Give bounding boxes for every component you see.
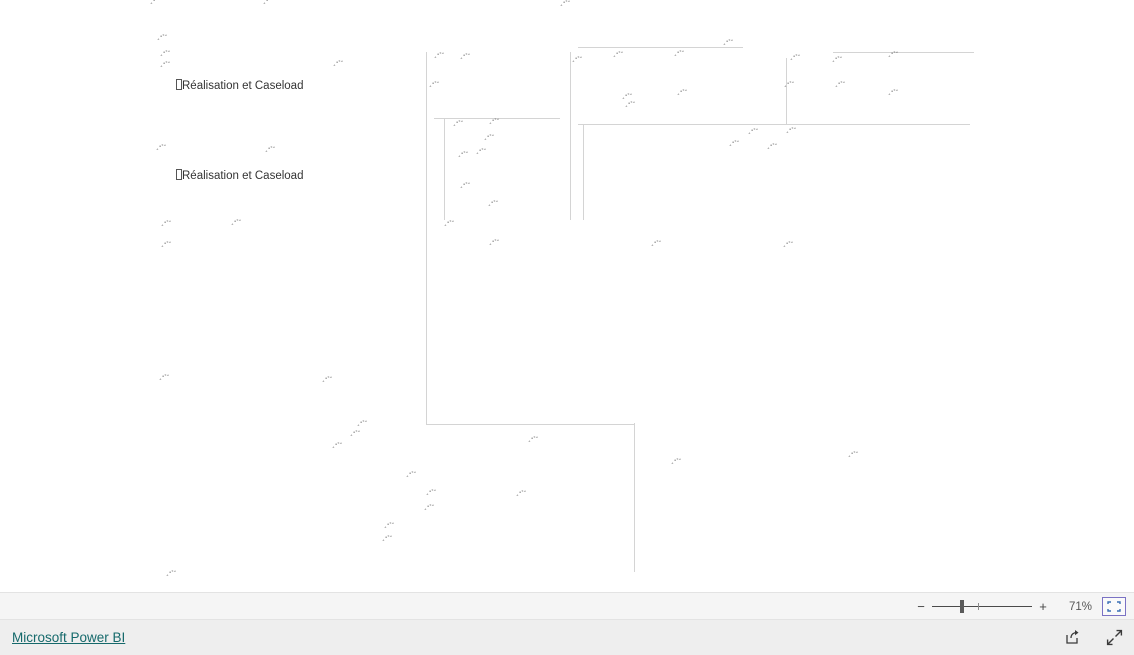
unrendered-text-cluster: ⁺ᵃᵗᵘ bbox=[166, 570, 177, 580]
unrendered-text-cluster: ⁺ᵃᵗᵘ bbox=[161, 241, 172, 251]
unrendered-text-cluster: ⁺ᵃᵗᵘ bbox=[444, 220, 455, 230]
unrendered-text-cluster: ⁺ᵃᵗᵘ bbox=[460, 53, 471, 63]
report-label-realisation-caseload-1: Réalisation et Caseload bbox=[176, 79, 303, 92]
unrendered-text-cluster: ⁺ᵃᵗᵘ bbox=[159, 374, 170, 384]
unrendered-text-cluster: ⁺ᵃᵗᵘ bbox=[429, 81, 440, 91]
unrendered-text-cluster: ⁺ᵃᵗᵘ bbox=[625, 101, 636, 111]
unrendered-text-cluster: ⁺ᵃᵗᵘ bbox=[424, 504, 435, 514]
unrendered-text-cluster: ⁺ᵃᵗᵘ bbox=[384, 522, 395, 532]
unrendered-text-cluster: ⁺ᵃᵗᵘ bbox=[790, 54, 801, 64]
unrendered-text-cluster: ⁺ᵃᵗᵘ bbox=[160, 50, 171, 60]
report-label-realisation-caseload-2: Réalisation et Caseload bbox=[176, 169, 303, 182]
unrendered-text-cluster: ⁺ᵃᵗᵘ bbox=[476, 148, 487, 158]
unrendered-text-cluster: ⁺ᵃᵗᵘ bbox=[748, 128, 759, 138]
unrendered-text-cluster: ⁺ᵃᵗᵘ bbox=[783, 241, 794, 251]
rule-line-horizontal bbox=[578, 124, 970, 125]
rule-line-vertical bbox=[786, 58, 787, 124]
rule-line-horizontal bbox=[833, 52, 974, 53]
microsoft-power-bi-link[interactable]: Microsoft Power BI bbox=[12, 630, 125, 645]
unrendered-text-cluster: ⁺ᵃᵗᵘ bbox=[560, 0, 571, 10]
rule-line-vertical bbox=[570, 52, 571, 220]
zoom-slider[interactable] bbox=[932, 598, 1032, 616]
unrendered-text-cluster: ⁺ᵃᵗᵘ bbox=[156, 144, 167, 154]
unrendered-text-cluster: ⁺ᵃᵗᵘ bbox=[332, 442, 343, 452]
unrendered-text-cluster: ⁺ᵃᵗᵘ bbox=[671, 458, 682, 468]
zoom-level-label: 71% bbox=[1068, 600, 1092, 613]
zoom-out-button[interactable]: − bbox=[912, 598, 930, 616]
unrendered-text-cluster: ⁺ᵃᵗᵘ bbox=[489, 239, 500, 249]
unrendered-text-cluster: ⁺ᵃᵗᵘ bbox=[484, 134, 495, 144]
unrendered-text-cluster: ⁺ᵃᵗᵘ bbox=[350, 430, 361, 440]
zoom-slider-tick bbox=[978, 602, 979, 610]
unrendered-text-cluster: ⁺ᵃᵗᵘ bbox=[357, 420, 368, 430]
unrendered-text-cluster: ⁺ᵃᵗᵘ bbox=[453, 120, 464, 130]
unrendered-text-cluster: ⁺ᵃᵗᵘ bbox=[832, 56, 843, 66]
share-icon bbox=[1065, 630, 1078, 644]
zoom-toolbar: − + 71% bbox=[0, 592, 1134, 620]
unrendered-text-cluster: ⁺ᵃᵗᵘ bbox=[888, 89, 899, 99]
rule-line-vertical bbox=[444, 118, 445, 220]
zoom-controls: − + 71% bbox=[912, 593, 1126, 620]
zoom-slider-track bbox=[932, 605, 1032, 607]
share-button[interactable] bbox=[1062, 628, 1082, 648]
unrendered-text-cluster: ⁺ᵃᵗᵘ bbox=[516, 490, 527, 500]
unrendered-text-cluster: ⁺ᵃᵗᵘ bbox=[161, 220, 172, 230]
footer-actions bbox=[1062, 620, 1124, 655]
rule-line-horizontal bbox=[578, 47, 743, 48]
unrendered-text-cluster: ⁺ᵃᵗᵘ bbox=[613, 51, 624, 61]
unrendered-text-cluster: ⁺ᵃᵗᵘ bbox=[160, 61, 171, 71]
unrendered-text-cluster: ⁺ᵃᵗᵘ bbox=[322, 376, 333, 386]
report-canvas[interactable]: ⁺ᵃᵗᵘ ⁺ᵃᵗᵘ ⁺ᵃᵗᵘ ⁺ᵃᵗᵘ ⁺ᵃᵗᵘ ⁺ᵃᵗᵘ ⁺ᵃᵗᵘ ⁺ᵃᵗᵘ ⁺ᵃᵗᵘ ⁺ᵃᵗᵘ… bbox=[0, 0, 1134, 592]
unrendered-text-cluster: ⁺ᵃᵗᵘ bbox=[651, 240, 662, 250]
rule-line-vertical bbox=[634, 423, 635, 572]
unrendered-text-cluster: ⁺ᵃᵗᵘ bbox=[382, 535, 393, 545]
rule-line-vertical bbox=[583, 124, 584, 220]
unrendered-text-cluster: ⁺ᵃᵗᵘ bbox=[150, 0, 161, 8]
unrendered-text-cluster: ⁺ᵃᵗᵘ bbox=[888, 51, 899, 61]
unrendered-text-cluster: ⁺ᵃᵗᵘ bbox=[677, 89, 688, 99]
unrendered-text-cluster: ⁺ᵃᵗᵘ bbox=[263, 0, 274, 8]
fullscreen-icon bbox=[1106, 629, 1122, 646]
unrendered-text-cluster: ⁺ᵃᵗᵘ bbox=[528, 436, 539, 446]
unrendered-text-cluster: ⁺ᵃᵗᵘ bbox=[835, 81, 846, 91]
zoom-in-button[interactable]: + bbox=[1034, 598, 1052, 616]
unrendered-text-cluster: ⁺ᵃᵗᵘ bbox=[406, 471, 417, 481]
fit-to-page-button[interactable] bbox=[1102, 597, 1126, 616]
unrendered-text-cluster: ⁺ᵃᵗᵘ bbox=[157, 34, 168, 44]
fit-to-page-icon bbox=[1107, 601, 1121, 612]
unrendered-text-cluster: ⁺ᵃᵗᵘ bbox=[767, 143, 778, 153]
footer-bar: Microsoft Power BI bbox=[0, 620, 1134, 655]
unrendered-text-cluster: ⁺ᵃᵗᵘ bbox=[786, 127, 797, 137]
unrendered-text-cluster: ⁺ᵃᵗᵘ bbox=[674, 50, 685, 60]
unrendered-text-cluster: ⁺ᵃᵗᵘ bbox=[723, 39, 734, 49]
unrendered-text-cluster: ⁺ᵃᵗᵘ bbox=[848, 451, 859, 461]
fullscreen-button[interactable] bbox=[1104, 628, 1124, 648]
unrendered-text-cluster: ⁺ᵃᵗᵘ bbox=[729, 140, 740, 150]
unrendered-text-cluster: ⁺ᵃᵗᵘ bbox=[265, 146, 276, 156]
rule-line-vertical bbox=[426, 52, 427, 424]
unrendered-text-cluster: ⁺ᵃᵗᵘ bbox=[426, 489, 437, 499]
zoom-slider-thumb[interactable] bbox=[960, 599, 964, 613]
unrendered-text-cluster: ⁺ᵃᵗᵘ bbox=[784, 81, 795, 91]
unrendered-text-cluster: ⁺ᵃᵗᵘ bbox=[489, 118, 500, 128]
unrendered-text-cluster: ⁺ᵃᵗᵘ bbox=[488, 200, 499, 210]
unrendered-text-cluster: ⁺ᵃᵗᵘ bbox=[572, 56, 583, 66]
unrendered-text-cluster: ⁺ᵃᵗᵘ bbox=[333, 60, 344, 70]
unrendered-text-cluster: ⁺ᵃᵗᵘ bbox=[434, 52, 445, 62]
unrendered-text-cluster: ⁺ᵃᵗᵘ bbox=[460, 182, 471, 192]
unrendered-text-cluster: ⁺ᵃᵗᵘ bbox=[458, 151, 469, 161]
rule-line-horizontal bbox=[426, 424, 635, 425]
unrendered-text-cluster: ⁺ᵃᵗᵘ bbox=[231, 219, 242, 229]
